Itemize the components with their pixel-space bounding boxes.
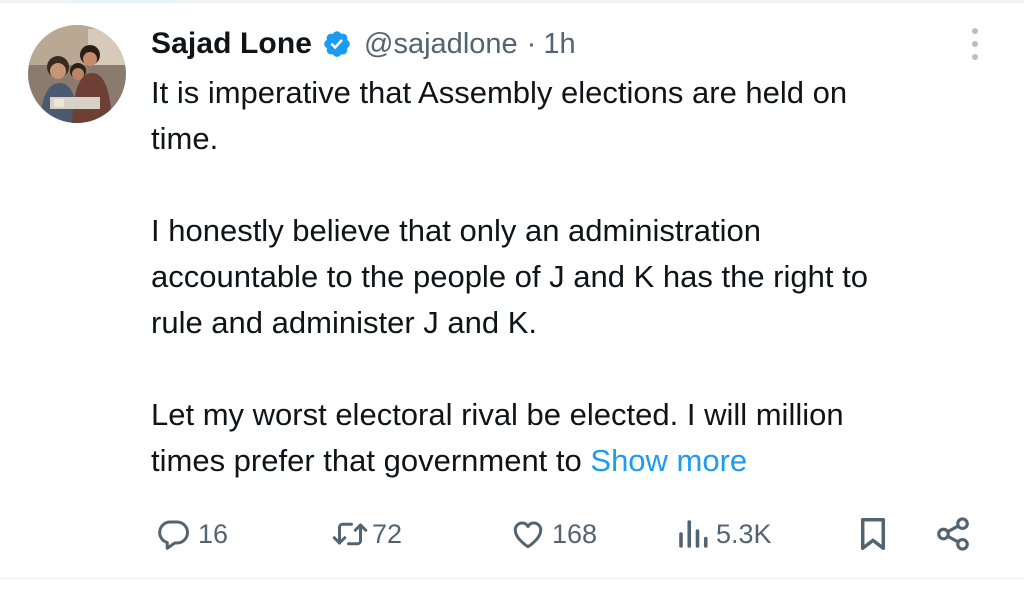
repost-icon	[330, 516, 370, 552]
like-count: 168	[552, 518, 598, 549]
repost-button[interactable]: 72	[330, 508, 402, 560]
tweet-text-line: I honestly believe that only an administ…	[151, 213, 762, 248]
tweet-header: Sajad Lone @sajadlone · 1h	[151, 22, 576, 66]
author-handle[interactable]: @sajadlone	[364, 28, 518, 61]
reply-icon	[156, 516, 192, 552]
reply-button[interactable]: 16	[156, 508, 228, 560]
tweet-paragraph-2: I honestly believe that only an administ…	[151, 208, 991, 346]
show-more-link[interactable]: Show more	[590, 443, 747, 478]
bookmark-button[interactable]	[856, 508, 890, 560]
share-icon	[934, 515, 972, 553]
tweet[interactable]: Sajad Lone @sajadlone · 1h It is imperat…	[0, 0, 1024, 592]
author-name[interactable]: Sajad Lone	[151, 27, 312, 61]
views-button[interactable]: 5.3K	[676, 508, 772, 560]
tweet-text-line-last: times prefer that government to Show mor…	[151, 438, 991, 484]
more-options-icon[interactable]	[955, 22, 995, 66]
views-icon	[676, 516, 710, 552]
tweet-text-line: rule and administer J and K.	[151, 305, 537, 340]
tweet-text: It is imperative that Assembly elections…	[151, 70, 991, 484]
action-bar: 16 72 168 5.3K	[0, 508, 1024, 560]
tweet-text-fragment: times prefer that government to	[151, 443, 582, 478]
tweet-text-line: time.	[151, 121, 219, 156]
like-icon	[510, 516, 546, 552]
verified-badge-icon	[322, 29, 352, 59]
tweet-paragraph-1: It is imperative that Assembly elections…	[151, 70, 991, 162]
bottom-divider	[0, 578, 1024, 579]
tweet-timestamp[interactable]: 1h	[543, 28, 575, 61]
repost-count: 72	[372, 518, 403, 549]
avatar[interactable]	[28, 25, 126, 123]
tweet-text-line: It is imperative that Assembly elections…	[151, 75, 848, 110]
reply-count: 16	[198, 518, 229, 549]
tweet-paragraph-3: Let my worst electoral rival be elected.…	[151, 392, 991, 484]
share-button[interactable]	[934, 508, 972, 560]
tweet-text-line: accountable to the people of J and K has…	[151, 259, 868, 294]
bookmark-icon	[856, 515, 890, 553]
like-button[interactable]: 168	[510, 508, 597, 560]
separator-dot: ·	[526, 27, 537, 60]
tweet-text-line: Let my worst electoral rival be elected.…	[151, 397, 844, 432]
views-count: 5.3K	[716, 518, 772, 549]
